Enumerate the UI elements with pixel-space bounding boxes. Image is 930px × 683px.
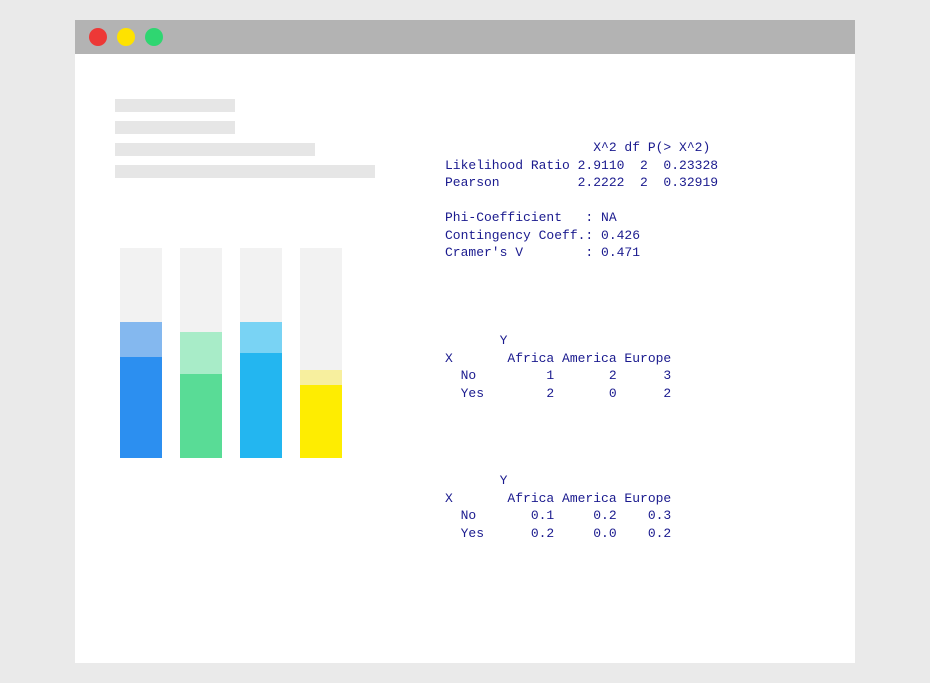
chart-segment-lower bbox=[180, 374, 222, 458]
stats-pearson: Pearson 2.2222 2 0.32919 bbox=[445, 175, 718, 190]
stats-phi: Phi-Coefficient : NA bbox=[445, 210, 617, 225]
stats-contingency: Contingency Coeff.: 0.426 bbox=[445, 228, 640, 243]
stats-cramer: Cramer's V : 0.471 bbox=[445, 245, 640, 260]
chart-bar bbox=[120, 248, 162, 458]
table-row: No 0.1 0.2 0.3 bbox=[445, 508, 671, 523]
chart-bar bbox=[240, 248, 282, 458]
placeholder-line bbox=[115, 99, 235, 112]
table-row: X Africa America Europe bbox=[445, 351, 671, 366]
minimize-icon[interactable] bbox=[117, 28, 135, 46]
stacked-bar-chart bbox=[115, 248, 425, 458]
content-pane: X^2 df P(> X^2) Likelihood Ratio 2.9110 … bbox=[75, 54, 855, 663]
placeholder-line bbox=[115, 143, 315, 156]
chart-segment-upper bbox=[180, 332, 222, 374]
placeholder-line bbox=[115, 165, 375, 178]
stats-header: X^2 df P(> X^2) bbox=[445, 140, 710, 155]
app-window: X^2 df P(> X^2) Likelihood Ratio 2.9110 … bbox=[75, 20, 855, 663]
left-column bbox=[115, 99, 425, 613]
table-row: X Africa America Europe bbox=[445, 491, 671, 506]
count-table-block: Y X Africa America Europe No 1 2 3 Yes 2… bbox=[445, 332, 825, 402]
chart-segment-lower bbox=[120, 357, 162, 458]
table-row: Yes 0.2 0.0 0.2 bbox=[445, 526, 671, 541]
chart-segment-lower bbox=[300, 385, 342, 459]
chart-segment-lower bbox=[240, 353, 282, 458]
titlebar bbox=[75, 20, 855, 54]
table-row: No 1 2 3 bbox=[445, 368, 671, 383]
placeholder-text-block bbox=[115, 99, 425, 178]
table-row: Y bbox=[445, 473, 507, 488]
chart-segment-upper bbox=[300, 370, 342, 385]
placeholder-line bbox=[115, 121, 235, 134]
stats-output-block: X^2 df P(> X^2) Likelihood Ratio 2.9110 … bbox=[445, 139, 825, 262]
chart-bar bbox=[180, 248, 222, 458]
prop-table-block: Y X Africa America Europe No 0.1 0.2 0.3… bbox=[445, 472, 825, 542]
table-row: Y bbox=[445, 333, 507, 348]
chart-segment-upper bbox=[120, 322, 162, 358]
close-icon[interactable] bbox=[89, 28, 107, 46]
table-row: Yes 2 0 2 bbox=[445, 386, 671, 401]
console-output: X^2 df P(> X^2) Likelihood Ratio 2.9110 … bbox=[445, 99, 825, 613]
maximize-icon[interactable] bbox=[145, 28, 163, 46]
chart-bar bbox=[300, 248, 342, 458]
chart-segment-upper bbox=[240, 322, 282, 354]
stats-lr: Likelihood Ratio 2.9110 2 0.23328 bbox=[445, 158, 718, 173]
